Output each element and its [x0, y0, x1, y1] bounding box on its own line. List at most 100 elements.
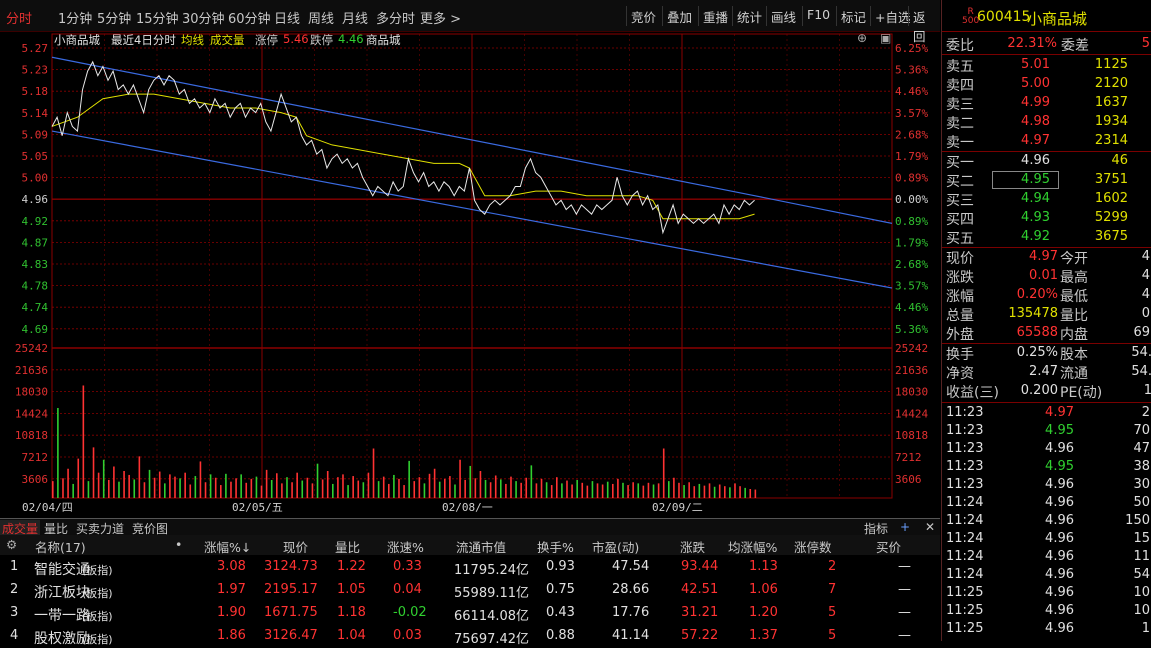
- col-avg-change[interactable]: 均涨幅%: [728, 537, 777, 556]
- f10-button[interactable]: F10: [802, 6, 834, 26]
- col-bid[interactable]: 买价: [876, 537, 901, 556]
- tab-weekly[interactable]: 周线: [308, 8, 334, 27]
- stock-name[interactable]: 小商品城: [1027, 8, 1087, 29]
- tab-multi-day[interactable]: 多分时: [376, 8, 415, 27]
- col-volume-ratio[interactable]: 量比: [335, 537, 360, 556]
- wb-label: 委比: [946, 38, 974, 54]
- cell-lb: 1.22: [337, 559, 366, 574]
- sell-level-price[interactable]: 5.00: [992, 76, 1050, 91]
- sell-level-price[interactable]: 4.97: [992, 133, 1050, 148]
- volume-bar: [749, 488, 752, 498]
- settings-icon[interactable]: ▣: [880, 31, 891, 45]
- volume-bar: [296, 472, 298, 498]
- volume-bar: [108, 479, 110, 498]
- gear-icon[interactable]: ⚙: [6, 537, 17, 552]
- tab-fenshi[interactable]: 分时: [6, 8, 32, 27]
- volume-bar: [230, 481, 232, 498]
- col-name[interactable]: 名称(17): [35, 537, 86, 556]
- tab-30min[interactable]: 30分钟: [182, 8, 225, 27]
- add-indicator-button[interactable]: +: [900, 520, 910, 534]
- col-market-value[interactable]: 流通市值: [456, 537, 506, 556]
- volume-bar: [698, 483, 701, 498]
- stat2-value: 0.200: [1020, 383, 1058, 398]
- auction-button[interactable]: 竞价: [626, 6, 660, 26]
- tab-more[interactable]: 更多 >: [420, 8, 461, 27]
- volume-bar: [627, 485, 629, 498]
- table-row[interactable]: 3 一带一路 (板指) 1.90 1671.75 1.18 -0.02 66114.08亿 0.…: [0, 602, 940, 625]
- table-row[interactable]: 4 股权激励 (板指) 1.86 3126.47 1.04 0.03 75697.42亿 0.8…: [0, 625, 940, 648]
- stat2-label: 净资: [946, 366, 974, 382]
- volume-bar: [678, 482, 680, 498]
- buy-level-price[interactable]: 4.94: [992, 191, 1050, 206]
- tab-1min[interactable]: 1分钟: [58, 8, 92, 27]
- col-diff[interactable]: 涨跌: [680, 537, 705, 556]
- volume-tick-label: 3606: [22, 473, 49, 486]
- volume-bar: [342, 474, 344, 498]
- date-label: 02/05/五: [232, 501, 283, 514]
- tick-time: 11:24: [946, 495, 984, 510]
- stat-label-2: 最低: [1060, 289, 1088, 305]
- volume-bar: [92, 447, 95, 498]
- tab-monthly[interactable]: 月线: [342, 8, 368, 27]
- volume-bar: [281, 483, 283, 498]
- table-row[interactable]: 1 智能交通 (板指) 3.08 3124.73 1.22 0.33 11795.24亿 0.9…: [0, 556, 940, 579]
- table-row[interactable]: 2 浙江板块 (板指) 1.97 2195.17 1.05 0.04 55989.11亿 0.7…: [0, 579, 940, 602]
- volume-bar: [561, 483, 563, 498]
- cell-tag: (板指): [82, 587, 113, 600]
- volume-bar: [515, 481, 517, 498]
- zoom-icon[interactable]: ⊕: [857, 31, 867, 45]
- volume-bar: [729, 487, 731, 498]
- sell-level-price[interactable]: 4.99: [992, 95, 1050, 110]
- volume-bar: [500, 479, 502, 498]
- overlay-button[interactable]: 叠加: [662, 6, 696, 26]
- volume-bar: [571, 484, 573, 498]
- col-limit-up-count[interactable]: 涨停数: [794, 537, 832, 556]
- sell-level-label: 卖五: [946, 59, 974, 75]
- tab-60min[interactable]: 60分钟: [228, 8, 271, 27]
- sell-level-label: 卖二: [946, 116, 974, 132]
- volume-bar: [72, 483, 74, 498]
- tab-15min[interactable]: 15分钟: [136, 8, 179, 27]
- col-speed[interactable]: 涨速%: [387, 537, 424, 556]
- sell-level-price[interactable]: 4.98: [992, 114, 1050, 129]
- draw-line-button[interactable]: 画线: [766, 6, 800, 26]
- volume-bar: [52, 481, 54, 498]
- tab-daily[interactable]: 日线: [274, 8, 300, 27]
- volume-bar: [510, 476, 512, 498]
- tick-volume: 150: [1125, 513, 1150, 528]
- volume-bar: [138, 456, 141, 498]
- buy-level-price[interactable]: 4.95: [992, 172, 1050, 187]
- buy-level-price[interactable]: 4.93: [992, 210, 1050, 225]
- col-turnover[interactable]: 换手%: [537, 537, 574, 556]
- close-icon[interactable]: ✕: [925, 520, 935, 534]
- volume-bar: [153, 477, 156, 498]
- stat-value: 0.20%: [1016, 287, 1058, 302]
- cell-mv: 66114.08亿: [454, 609, 530, 624]
- cell-turn: 0.43: [546, 605, 575, 620]
- stats-button[interactable]: 统计: [732, 6, 766, 26]
- stock-code[interactable]: 600415: [977, 9, 1030, 25]
- volume-bar: [734, 483, 736, 498]
- tick-volume: 38: [1133, 459, 1150, 474]
- stat-value-2: 4: [1141, 268, 1150, 283]
- tab-5min[interactable]: 5分钟: [97, 8, 131, 27]
- buy-level-label: 买一: [946, 155, 974, 171]
- volume-bar: [469, 465, 472, 498]
- replay-button[interactable]: 重播: [698, 6, 732, 26]
- mark-button[interactable]: 标记: [836, 6, 870, 26]
- cell-avg: 1.13: [749, 559, 778, 574]
- buy-level-price[interactable]: 4.96: [992, 153, 1050, 168]
- cell-bid: —: [898, 605, 911, 620]
- intraday-chart[interactable]: 5.27 6.25%5.23 5.36%5.18 4.46%5.14 3.57%5.09…: [0, 32, 940, 518]
- volume-bar: [184, 472, 186, 498]
- volume-bar: [545, 482, 548, 498]
- back-button[interactable]: 返回: [908, 6, 940, 44]
- col-pe[interactable]: 市盈(动): [592, 537, 639, 556]
- sell-level-price[interactable]: 5.01: [992, 57, 1050, 72]
- col-price[interactable]: 现价: [283, 537, 308, 556]
- buy-level-price[interactable]: 4.92: [992, 229, 1050, 244]
- price-tick-label: 4.92: [22, 215, 49, 228]
- col-change-pct[interactable]: 涨幅%↓: [204, 537, 251, 556]
- volume-bar: [718, 484, 721, 498]
- price-tick-label: 4.96: [22, 193, 49, 206]
